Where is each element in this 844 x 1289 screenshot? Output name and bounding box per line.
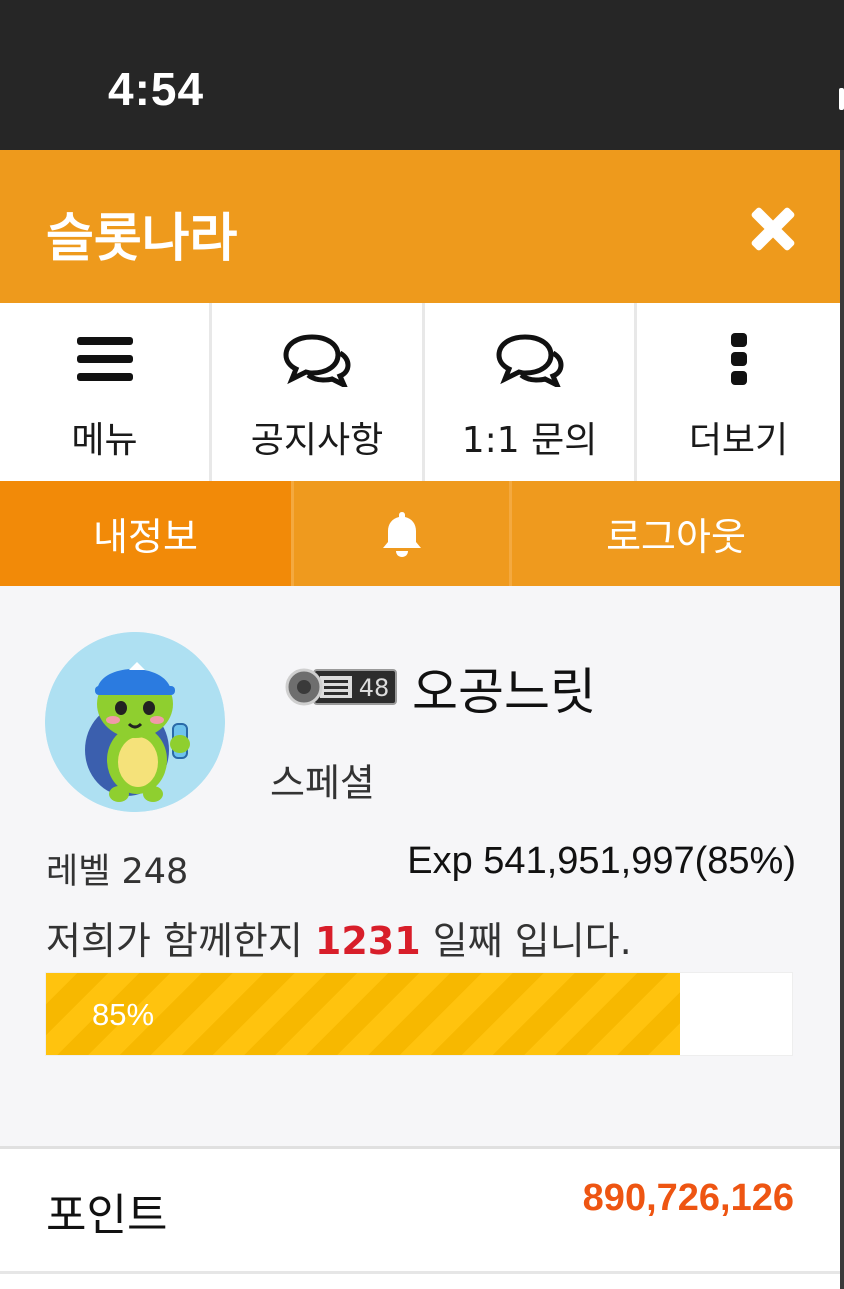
nav-item-inquiry[interactable]: 1:1 문의 <box>425 303 637 481</box>
background-edge <box>840 150 844 1289</box>
nav-label: 공지사항 <box>250 420 384 461</box>
nav-label: 메뉴 <box>71 420 138 461</box>
days-count: 1231 <box>314 919 421 963</box>
next-row <box>0 1274 840 1289</box>
status-indicator <box>839 88 844 110</box>
status-time: 4:54 <box>108 63 205 115</box>
tab-bar: 내정보 로그아웃 <box>0 481 840 586</box>
exp-progress-bar: 85% <box>45 972 793 1056</box>
tab-notifications[interactable] <box>291 481 512 586</box>
app-title: 슬롯나라 <box>46 209 238 269</box>
points-label: 포인트 <box>46 1190 168 1241</box>
tab-logout[interactable]: 로그아웃 <box>512 481 840 586</box>
avatar <box>45 632 225 812</box>
days-prefix: 저희가 함께한지 <box>46 919 315 963</box>
points-value: 890,726,126 <box>582 1177 794 1219</box>
nav-label: 더보기 <box>688 420 789 461</box>
tab-my-info[interactable]: 내정보 <box>0 481 291 586</box>
nickname: 오공느릿 <box>412 663 596 721</box>
nav-bar: 메뉴 공지사항 1:1 문의 더보기 <box>0 303 840 481</box>
close-icon[interactable] <box>748 204 798 254</box>
nav-item-more[interactable]: 더보기 <box>637 303 840 481</box>
nav-item-menu[interactable]: 메뉴 <box>0 303 212 481</box>
level-badge: 48 <box>284 664 398 710</box>
exp-text: Exp 541,951,997(85%) <box>407 840 796 882</box>
nav-item-notice[interactable]: 공지사항 <box>212 303 425 481</box>
days-together: 저희가 함께한지 1231 일째 입니다. <box>46 910 632 965</box>
more-vertical-icon <box>637 329 840 389</box>
chat-bubbles-icon <box>212 329 422 389</box>
level-text: 레벨 248 <box>46 852 189 892</box>
nav-label: 1:1 문의 <box>461 420 598 461</box>
days-suffix: 일째 입니다. <box>420 919 632 963</box>
grade: 스페셜 <box>270 761 375 805</box>
hamburger-menu-icon <box>0 329 209 389</box>
chat-bubbles-icon <box>425 329 634 389</box>
progress-label: 85% <box>92 997 155 1032</box>
bell-icon <box>382 511 421 557</box>
points-row[interactable]: 포인트 890,726,126 <box>0 1149 840 1271</box>
badge-text: 48 <box>359 674 390 702</box>
status-bar: 4:54 <box>0 0 844 150</box>
